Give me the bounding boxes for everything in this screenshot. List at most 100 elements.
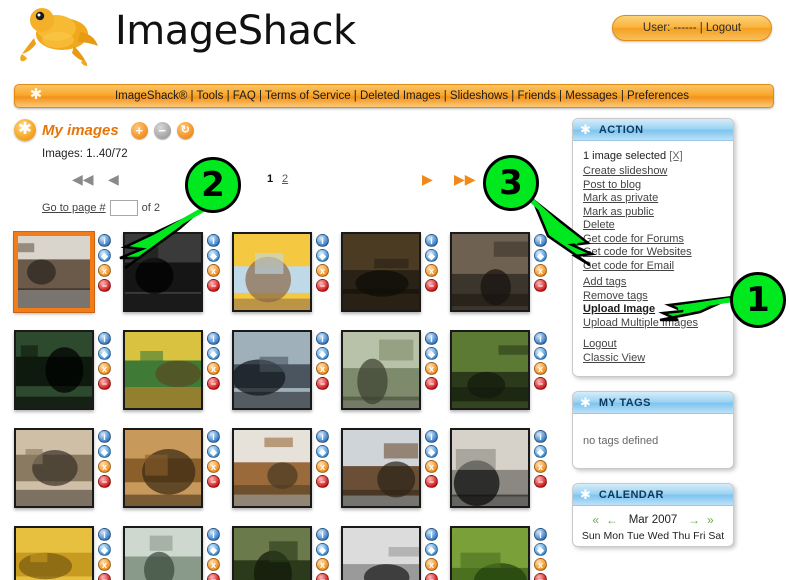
action-link-get-code-for-email[interactable]: Get code for Email bbox=[583, 260, 723, 274]
action-link-post-to-blog[interactable]: Post to blog bbox=[583, 179, 723, 193]
image-delete-icon[interactable]: − bbox=[207, 279, 220, 292]
goto-page-input[interactable] bbox=[109, 200, 138, 216]
image-link-icon[interactable]: ◆ bbox=[534, 445, 547, 458]
image-info-icon[interactable]: i bbox=[425, 430, 438, 443]
page-number-2[interactable]: 2 bbox=[282, 173, 288, 185]
action-link-remove-tags[interactable]: Remove tags bbox=[583, 290, 723, 304]
image-deselect-icon[interactable]: x bbox=[316, 362, 329, 375]
image-deselect-icon[interactable]: x bbox=[98, 264, 111, 277]
image-info-icon[interactable]: i bbox=[207, 332, 220, 345]
action-link-get-code-for-forums[interactable]: Get code for Forums bbox=[583, 233, 723, 247]
image-deselect-icon[interactable]: x bbox=[207, 264, 220, 277]
prev-page-button[interactable]: ◀ bbox=[108, 170, 119, 188]
image-link-icon[interactable]: ◆ bbox=[98, 543, 111, 556]
image-info-icon[interactable]: i bbox=[425, 528, 438, 541]
thumbnail[interactable] bbox=[123, 232, 203, 312]
image-deselect-icon[interactable]: x bbox=[534, 362, 547, 375]
image-link-icon[interactable]: ◆ bbox=[316, 543, 329, 556]
image-link-icon[interactable]: ◆ bbox=[425, 445, 438, 458]
image-info-icon[interactable]: i bbox=[425, 234, 438, 247]
nav-item-friends[interactable]: Friends bbox=[517, 90, 555, 102]
image-info-icon[interactable]: i bbox=[316, 234, 329, 247]
calendar-next-month-button[interactable]: → bbox=[688, 514, 700, 526]
image-link-icon[interactable]: ◆ bbox=[207, 347, 220, 360]
first-page-button[interactable]: ◀◀ bbox=[72, 170, 94, 188]
thumbnail[interactable] bbox=[123, 428, 203, 508]
image-deselect-icon[interactable]: x bbox=[98, 460, 111, 473]
image-link-icon[interactable]: ◆ bbox=[316, 347, 329, 360]
image-deselect-icon[interactable]: x bbox=[534, 460, 547, 473]
thumbnail[interactable] bbox=[341, 330, 421, 410]
image-info-icon[interactable]: i bbox=[98, 528, 111, 541]
nav-item-slideshows[interactable]: Slideshows bbox=[450, 90, 508, 102]
clear-selection-link[interactable]: [X] bbox=[669, 150, 682, 162]
image-link-icon[interactable]: ◆ bbox=[316, 445, 329, 458]
action-link-delete[interactable]: Delete bbox=[583, 219, 723, 233]
calendar-prev-year-button[interactable]: « bbox=[592, 514, 599, 526]
image-link-icon[interactable]: ◆ bbox=[316, 249, 329, 262]
image-info-icon[interactable]: i bbox=[425, 332, 438, 345]
thumbnail-selected[interactable] bbox=[14, 232, 94, 312]
image-delete-icon[interactable]: − bbox=[425, 573, 438, 580]
image-delete-icon[interactable]: − bbox=[534, 279, 547, 292]
image-link-icon[interactable]: ◆ bbox=[207, 445, 220, 458]
image-info-icon[interactable]: i bbox=[207, 430, 220, 443]
action-link-mark-as-public[interactable]: Mark as public bbox=[583, 206, 723, 220]
thumbnail[interactable] bbox=[341, 428, 421, 508]
image-info-icon[interactable]: i bbox=[534, 430, 547, 443]
image-delete-icon[interactable]: − bbox=[98, 377, 111, 390]
image-info-icon[interactable]: i bbox=[316, 528, 329, 541]
image-link-icon[interactable]: ◆ bbox=[534, 543, 547, 556]
image-delete-icon[interactable]: − bbox=[98, 573, 111, 580]
thumbnail[interactable] bbox=[341, 232, 421, 312]
thumbnail[interactable] bbox=[123, 526, 203, 580]
image-link-icon[interactable]: ◆ bbox=[425, 347, 438, 360]
image-delete-icon[interactable]: − bbox=[425, 377, 438, 390]
image-link-icon[interactable]: ◆ bbox=[207, 543, 220, 556]
thumbnail[interactable] bbox=[450, 526, 530, 580]
user-logout-button[interactable]: User: ------ | Logout bbox=[612, 15, 772, 41]
image-deselect-icon[interactable]: x bbox=[316, 558, 329, 571]
nav-item-faq[interactable]: FAQ bbox=[233, 90, 256, 102]
image-info-icon[interactable]: i bbox=[316, 430, 329, 443]
thumbnail[interactable] bbox=[232, 330, 312, 410]
image-delete-icon[interactable]: − bbox=[425, 279, 438, 292]
nav-item-imageshack[interactable]: ImageShack® bbox=[115, 90, 187, 102]
thumbnail[interactable] bbox=[450, 428, 530, 508]
thumbnail[interactable] bbox=[341, 526, 421, 580]
thumbnail[interactable] bbox=[123, 330, 203, 410]
image-delete-icon[interactable]: − bbox=[207, 475, 220, 488]
image-delete-icon[interactable]: − bbox=[316, 475, 329, 488]
image-delete-icon[interactable]: − bbox=[316, 573, 329, 580]
image-deselect-icon[interactable]: x bbox=[207, 460, 220, 473]
image-link-icon[interactable]: ◆ bbox=[534, 347, 547, 360]
image-delete-icon[interactable]: − bbox=[98, 475, 111, 488]
image-deselect-icon[interactable]: x bbox=[98, 362, 111, 375]
image-info-icon[interactable]: i bbox=[534, 528, 547, 541]
image-delete-icon[interactable]: − bbox=[534, 573, 547, 580]
action-link-logout[interactable]: Logout bbox=[583, 338, 723, 352]
image-info-icon[interactable]: i bbox=[534, 234, 547, 247]
image-deselect-icon[interactable]: x bbox=[425, 558, 438, 571]
image-delete-icon[interactable]: − bbox=[534, 377, 547, 390]
image-deselect-icon[interactable]: x bbox=[534, 264, 547, 277]
thumbnail[interactable] bbox=[14, 330, 94, 410]
thumbnail[interactable] bbox=[14, 526, 94, 580]
image-deselect-icon[interactable]: x bbox=[425, 362, 438, 375]
image-delete-icon[interactable]: − bbox=[316, 279, 329, 292]
image-link-icon[interactable]: ◆ bbox=[98, 249, 111, 262]
calendar-prev-month-button[interactable]: ← bbox=[606, 514, 618, 526]
image-link-icon[interactable]: ◆ bbox=[425, 543, 438, 556]
image-link-icon[interactable]: ◆ bbox=[425, 249, 438, 262]
image-link-icon[interactable]: ◆ bbox=[98, 445, 111, 458]
action-link-classic-view[interactable]: Classic View bbox=[583, 352, 723, 366]
image-deselect-icon[interactable]: x bbox=[207, 558, 220, 571]
action-link-add-tags[interactable]: Add tags bbox=[583, 276, 723, 290]
thumbnail[interactable] bbox=[232, 232, 312, 312]
image-link-icon[interactable]: ◆ bbox=[207, 249, 220, 262]
action-link-upload-image[interactable]: Upload Image bbox=[583, 303, 723, 317]
goto-page-label[interactable]: Go to page # bbox=[42, 202, 106, 214]
image-delete-icon[interactable]: − bbox=[534, 475, 547, 488]
thumbnail[interactable] bbox=[232, 526, 312, 580]
image-deselect-icon[interactable]: x bbox=[207, 362, 220, 375]
